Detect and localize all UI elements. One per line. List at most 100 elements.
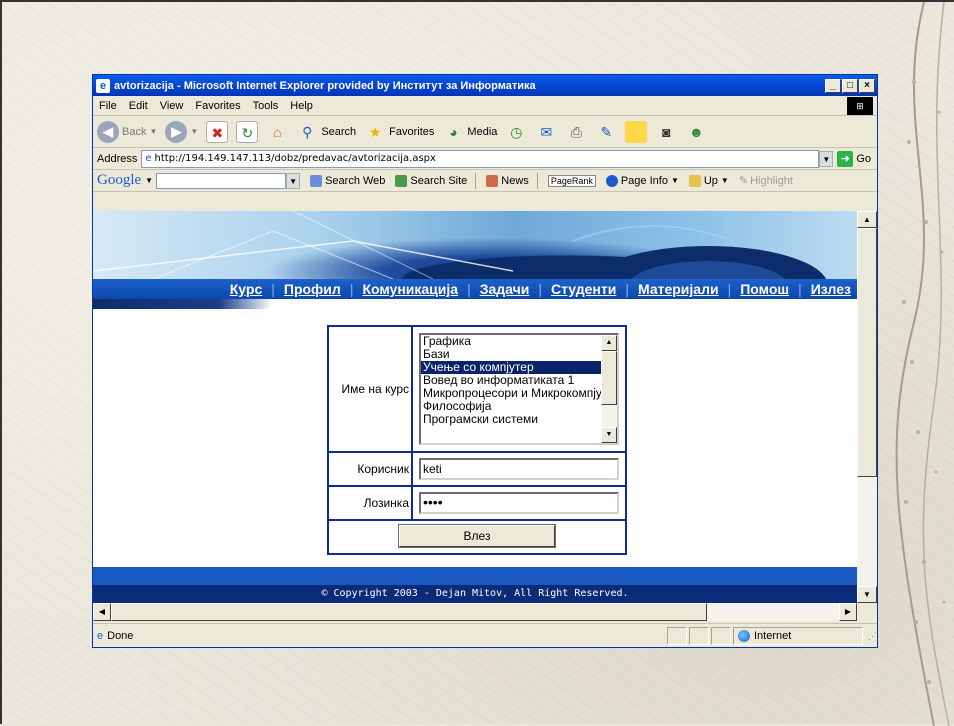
nav-communication[interactable]: Комуникација xyxy=(362,281,458,297)
status-pane xyxy=(711,626,731,645)
notes-button[interactable] xyxy=(625,120,648,143)
nav-course[interactable]: Курс xyxy=(230,281,262,297)
page-info-button[interactable]: Page Info ▼ xyxy=(605,174,679,187)
refresh-button[interactable]: ↻ xyxy=(236,120,259,143)
address-input[interactable]: e http://194.149.147.113/dobz/predavac/a… xyxy=(141,149,820,168)
google-search-input[interactable] xyxy=(156,172,287,189)
stop-button[interactable]: ✖ xyxy=(206,120,229,143)
list-option[interactable]: Вовед во информатиката 1 xyxy=(421,374,601,387)
username-input[interactable]: keti xyxy=(419,458,619,480)
refresh-icon: ↻ xyxy=(236,120,259,143)
scroll-down-icon[interactable]: ▼ xyxy=(857,586,877,603)
list-option-selected[interactable]: Учење со компјутер xyxy=(421,361,601,374)
list-option[interactable]: Програмски системи xyxy=(421,413,601,426)
folder-up-icon xyxy=(688,174,701,187)
login-button[interactable]: Влез xyxy=(398,524,556,548)
scroll-left-icon[interactable]: ◀ xyxy=(93,603,111,621)
note-icon xyxy=(625,120,648,143)
search-web-button[interactable]: Search Web xyxy=(310,174,385,187)
users-button[interactable]: ☻ xyxy=(685,121,707,143)
home-button[interactable]: ⌂ xyxy=(266,121,288,143)
media-button[interactable]: ◕ Media xyxy=(442,121,497,143)
horizontal-scrollbar[interactable]: ◀ ▶ xyxy=(93,603,857,621)
home-icon: ⌂ xyxy=(273,123,282,140)
page-icon: e xyxy=(145,153,152,164)
windows-logo-icon: ⊞ xyxy=(847,97,873,115)
history-button[interactable]: ◷ xyxy=(505,121,527,143)
menu-view[interactable]: View xyxy=(160,100,184,112)
edit-button[interactable]: ✎ xyxy=(595,121,617,143)
search-icon: ⚲ xyxy=(302,123,313,140)
nav-accent xyxy=(93,299,273,309)
back-button[interactable]: ◀ Back ▼ xyxy=(97,120,158,143)
print-icon: ⎙ xyxy=(570,123,582,140)
favorites-button[interactable]: ★ Favorites xyxy=(364,121,435,143)
highlight-icon: ✎ xyxy=(738,175,749,187)
minimize-button[interactable]: _ xyxy=(825,78,841,93)
search-site-icon xyxy=(395,174,408,187)
messenger-icon: ◙ xyxy=(662,123,671,140)
menu-favorites[interactable]: Favorites xyxy=(195,100,240,112)
stop-icon: ✖ xyxy=(206,120,229,143)
status-pane xyxy=(667,626,687,645)
info-icon xyxy=(605,174,618,187)
menu-bar: File Edit View Favorites Tools Help ⊞ xyxy=(93,96,877,116)
media-icon: ◕ xyxy=(449,123,458,140)
mail-icon: ✉ xyxy=(540,123,553,140)
banner-graphic xyxy=(93,211,828,326)
scroll-thumb[interactable] xyxy=(601,351,617,405)
scroll-thumb[interactable] xyxy=(857,228,877,477)
search-button[interactable]: ⚲ Search xyxy=(296,121,356,143)
back-dropdown-icon: ▼ xyxy=(149,127,158,136)
highlight-button[interactable]: ✎ Highlight xyxy=(738,174,793,188)
scroll-down-icon[interactable]: ▼ xyxy=(601,427,617,443)
course-label: Име на курс xyxy=(329,327,413,451)
nav-help[interactable]: Помош xyxy=(740,281,789,297)
page-icon: e xyxy=(97,629,104,642)
close-button[interactable]: × xyxy=(859,78,875,93)
nav-profile[interactable]: Профил xyxy=(284,281,341,297)
password-input[interactable]: •••• xyxy=(419,492,619,514)
scroll-up-icon[interactable]: ▲ xyxy=(857,211,877,228)
ie-icon: e xyxy=(96,78,110,93)
up-button[interactable]: Up ▼ xyxy=(688,174,729,187)
resize-grip-icon[interactable]: ⋰ xyxy=(863,627,877,645)
scroll-up-icon[interactable]: ▲ xyxy=(601,335,617,351)
google-menu-icon[interactable]: ▼ xyxy=(145,176,153,185)
google-logo[interactable]: Google xyxy=(97,172,141,189)
nav-logout[interactable]: Излез xyxy=(811,281,851,297)
nav-tasks[interactable]: Задачи xyxy=(480,281,530,297)
go-arrow-icon: ➜ xyxy=(837,150,854,167)
print-button[interactable]: ⎙ xyxy=(565,121,587,143)
toolbar-divider xyxy=(536,172,538,189)
scroll-thumb[interactable] xyxy=(111,603,707,621)
menu-edit[interactable]: Edit xyxy=(129,100,148,112)
nav-students[interactable]: Студенти xyxy=(551,281,616,297)
messenger-button[interactable]: ◙ xyxy=(655,121,677,143)
list-option[interactable]: Графика xyxy=(421,335,601,348)
news-button[interactable]: News xyxy=(486,174,529,187)
list-option[interactable]: Микропроцесори и Микрокомпјутери xyxy=(421,387,601,400)
mail-button[interactable]: ✉ xyxy=(535,121,557,143)
course-listbox[interactable]: Графика Бази Учење со компјутер Вовед во… xyxy=(419,333,619,445)
forward-button[interactable]: ▶ ▼ xyxy=(165,120,198,143)
user-row: Корисник keti xyxy=(329,453,625,487)
search-site-button[interactable]: Search Site xyxy=(395,174,467,187)
nav-materials[interactable]: Материјали xyxy=(638,281,719,297)
vertical-scrollbar[interactable]: ▲ ▼ xyxy=(857,211,877,603)
address-dropdown-icon[interactable]: ▼ xyxy=(819,150,834,167)
menu-file[interactable]: File xyxy=(99,100,117,112)
menu-tools[interactable]: Tools xyxy=(253,100,279,112)
go-button[interactable]: ➜ Go xyxy=(837,150,871,167)
scroll-right-icon[interactable]: ▶ xyxy=(839,603,857,621)
menu-help[interactable]: Help xyxy=(290,100,313,112)
list-option[interactable]: Философија xyxy=(421,400,601,413)
pagerank-indicator[interactable]: PageRank xyxy=(547,174,596,187)
toolbar-divider xyxy=(475,172,477,189)
google-toolbar: Google ▼ ▼ Search Web Search Site News P… xyxy=(93,170,877,192)
listbox-scrollbar[interactable]: ▲ ▼ xyxy=(601,335,617,443)
maximize-button[interactable]: □ xyxy=(842,78,858,93)
address-bar: Address e http://194.149.147.113/dobz/pr… xyxy=(93,148,877,170)
list-option[interactable]: Бази xyxy=(421,348,601,361)
google-dropdown-icon[interactable]: ▼ xyxy=(286,172,301,189)
